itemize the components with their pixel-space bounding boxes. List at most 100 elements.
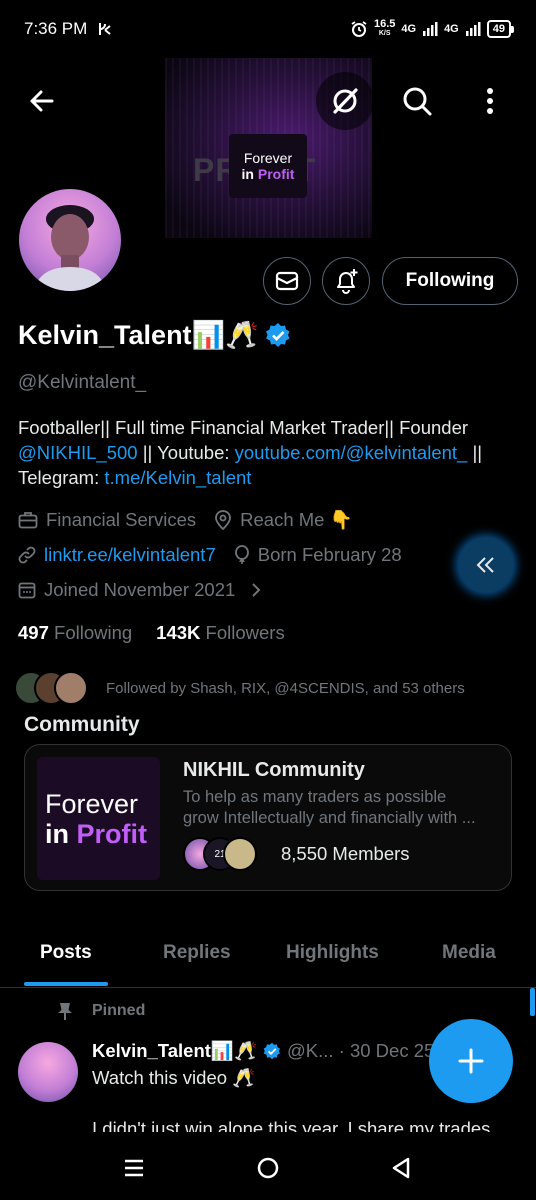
verified-badge-icon: [263, 1042, 280, 1060]
pinned-label: Pinned: [56, 1001, 145, 1021]
followers-count-label: Followers: [205, 622, 285, 643]
more-vertical-icon: [487, 88, 493, 114]
verified-badge-icon[interactable]: [265, 322, 291, 348]
recents-button[interactable]: [117, 1151, 151, 1185]
search-icon: [403, 87, 432, 116]
community-logo-profit: Profit: [76, 818, 148, 849]
tab-highlights[interactable]: Highlights: [286, 942, 379, 964]
meta-joined-text: Joined November 2021: [44, 579, 236, 600]
notify-button[interactable]: [322, 257, 370, 305]
post-text: Watch this video 🥂: [92, 1067, 256, 1088]
avatar: [223, 837, 257, 871]
envelope-icon: [275, 271, 299, 291]
signal-icon-2: [465, 22, 481, 36]
community-logo: Forever in Profit: [37, 757, 160, 880]
back-button[interactable]: [13, 72, 71, 130]
status-bar: 7:36 PM 16.5 K/S 4G 4G 49: [0, 0, 536, 58]
post-author-avatar[interactable]: [18, 1042, 78, 1102]
home-button[interactable]: [251, 1151, 285, 1185]
app-notification-icon: [99, 23, 111, 35]
arrow-left-icon: [30, 90, 54, 112]
community-desc-line2: grow Intellectually and financially with…: [183, 809, 476, 827]
bio-mention-link[interactable]: @NIKHIL_500: [18, 442, 138, 463]
banner-logo-in: in: [241, 166, 254, 182]
community-section-title: Community: [24, 713, 140, 736]
search-button[interactable]: [388, 72, 446, 130]
profile-meta-row-2: linktr.ee/kelvintalent7 Born February 28: [18, 544, 420, 566]
profile-bio: Footballer|| Full time Financial Market …: [18, 415, 523, 490]
profile-name: Kelvin_Talent📊🥂: [18, 319, 291, 351]
followed-by-text: Followed by Shash, RIX, @4SCENDIS, and 5…: [106, 679, 465, 697]
banner-logo: Forever in Profit: [229, 134, 307, 198]
back-nav-button[interactable]: [384, 1151, 418, 1185]
more-button[interactable]: [461, 72, 519, 130]
battery-level: 49: [486, 20, 511, 38]
community-logo-in: in: [45, 818, 69, 849]
system-nav-bar: [0, 1135, 536, 1200]
post-text-continued: I didn't just win alone this year. I sha…: [92, 1118, 491, 1132]
meta-birthday-text: Born February 28: [257, 544, 402, 565]
community-description: To help as many traders as possible grow…: [183, 787, 503, 829]
triangle-back-icon: [392, 1157, 410, 1179]
signal-icon: [423, 22, 438, 36]
active-tab-indicator: [24, 982, 108, 986]
scrollbar[interactable]: [530, 988, 535, 1016]
following-button[interactable]: Following: [382, 257, 518, 305]
tab-replies[interactable]: Replies: [163, 942, 231, 964]
battery-icon: 49: [486, 20, 514, 38]
home-circle-icon: [257, 1157, 279, 1179]
bio-telegram-link[interactable]: t.me/Kelvin_talent: [104, 467, 251, 488]
community-card[interactable]: Forever in Profit NIKHIL Community To he…: [24, 744, 512, 891]
following-count-label: Following: [54, 622, 133, 643]
balloon-icon: [234, 545, 249, 564]
followers-count: 143K: [156, 622, 201, 643]
grok-icon: [333, 88, 358, 114]
bio-text: || Youtube:: [137, 442, 235, 463]
community-members-count: 8,550 Members: [281, 843, 410, 864]
post-header: Kelvin_Talent📊🥂 @K... · 30 Dec 25: [92, 1040, 434, 1062]
pinned-text: Pinned: [92, 1002, 146, 1019]
location-pin-icon: [215, 510, 232, 530]
tab-posts[interactable]: Posts: [40, 942, 92, 964]
bio-text: Footballer|| Full time Financial Market …: [18, 417, 469, 438]
community-logo-line1: Forever: [45, 788, 139, 819]
grok-button[interactable]: [316, 72, 374, 130]
meta-location-text: Reach Me 👇: [240, 509, 353, 530]
status-time: 7:36 PM: [24, 19, 88, 38]
compose-button[interactable]: [429, 1019, 513, 1103]
net-speed-unit: K/S: [378, 30, 391, 37]
meta-website[interactable]: linktr.ee/kelvintalent7: [18, 544, 216, 566]
double-chevron-left-icon: [476, 557, 494, 573]
pin-icon: [58, 1003, 72, 1020]
following-count-link[interactable]: 497 Following: [18, 622, 132, 644]
profile-meta-row-3: Joined November 2021: [18, 579, 281, 601]
community-desc-line1: To help as many traders as possible: [183, 788, 447, 806]
following-count: 497: [18, 622, 49, 643]
collapse-button[interactable]: [459, 538, 513, 592]
post-author-name[interactable]: Kelvin_Talent📊🥂: [92, 1040, 257, 1062]
meta-category-text: Financial Services: [46, 509, 197, 530]
chevron-right-icon[interactable]: [249, 582, 263, 598]
profile-avatar[interactable]: [16, 186, 124, 294]
link-icon: [18, 546, 36, 564]
bell-plus-icon: [337, 269, 358, 294]
avatar: [54, 671, 88, 705]
calendar-icon: [18, 582, 36, 599]
message-button[interactable]: [263, 257, 311, 305]
bio-youtube-link[interactable]: youtube.com/@kelvintalent_: [235, 442, 468, 463]
tab-media[interactable]: Media: [442, 942, 496, 964]
menu-icon: [125, 1159, 143, 1177]
meta-website-link[interactable]: linktr.ee/kelvintalent7: [44, 544, 216, 566]
meta-location: Reach Me 👇: [214, 509, 353, 531]
profile-meta-row-1: Financial Services Reach Me 👇: [18, 509, 371, 531]
profile-name-text: Kelvin_Talent📊🥂: [18, 320, 259, 350]
avatar-portrait: [34, 205, 106, 291]
meta-joined: Joined November 2021: [18, 579, 263, 601]
followed-by[interactable]: Followed by Shash, RIX, @4SCENDIS, and 5…: [14, 671, 465, 705]
meta-birthday: Born February 28: [234, 544, 402, 566]
post-handle-date: @K... · 30 Dec 25: [286, 1040, 435, 1061]
alarm-icon: [351, 21, 367, 37]
followers-count-link[interactable]: 143K Followers: [156, 622, 285, 644]
banner-logo-profit: Profit: [257, 166, 295, 182]
banner-logo-line1: Forever: [243, 150, 293, 166]
